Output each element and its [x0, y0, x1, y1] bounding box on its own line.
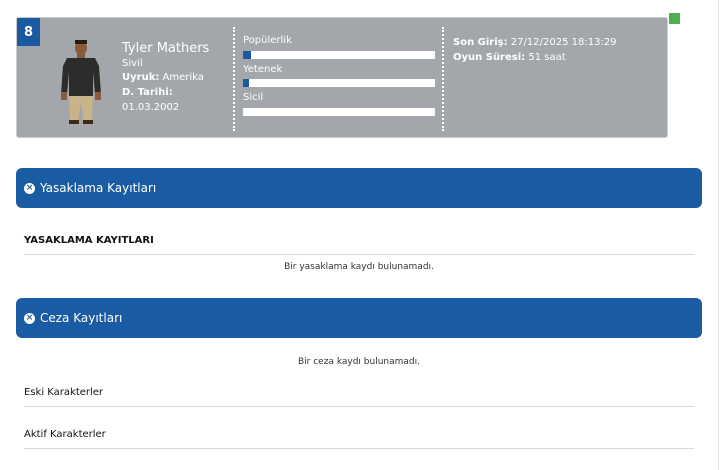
page-right-border — [718, 0, 719, 470]
online-status-indicator — [669, 13, 680, 24]
play-time-value: 51 saat — [528, 52, 566, 63]
stat-label-skill: Yetenek — [243, 64, 283, 75]
old-characters-title: Eski Karakterler — [24, 387, 694, 407]
stat-label-popularity: Popülerlik — [243, 35, 292, 46]
card-divider — [233, 27, 235, 131]
character-job: Sivil — [122, 58, 143, 69]
stat-bar-popularity — [243, 51, 435, 59]
last-login-value: 27/12/2025 18:13:29 — [510, 37, 617, 48]
stat-bar-record — [243, 108, 435, 116]
nationality-value: Amerika — [162, 72, 204, 83]
penalties-header-title: Ceza Kayıtları — [40, 311, 123, 325]
close-icon[interactable]: × — [24, 312, 35, 324]
close-icon[interactable]: × — [24, 182, 35, 194]
last-login-label: Son Giriş: — [453, 37, 508, 48]
character-name: Tyler Mathers — [122, 41, 210, 56]
stat-bar-skill — [243, 79, 435, 87]
penalties-section-header[interactable]: × Ceza Kayıtları — [16, 298, 702, 338]
active-characters-title: Aktif Karakterler — [24, 429, 694, 449]
character-card: 8 Tyler Mathers Sivil Uyruk: Amerika D. … — [16, 17, 668, 138]
stat-label-record: Sicil — [243, 92, 264, 103]
nationality-label: Uyruk: — [122, 72, 160, 83]
level-badge: 8 — [17, 18, 40, 46]
stat-fill-skill — [243, 79, 249, 87]
bans-empty-message: Bir yasaklama kaydı bulunamadı. — [284, 262, 434, 272]
bans-section-header[interactable]: × Yasaklama Kayıtları — [16, 168, 702, 208]
bans-header-title: Yasaklama Kayıtları — [40, 181, 157, 195]
play-time: Oyun Süresi: 51 saat — [453, 52, 566, 63]
stat-fill-popularity — [243, 51, 251, 59]
card-divider — [442, 27, 444, 131]
character-nationality: Uyruk: Amerika — [122, 72, 204, 83]
penalties-empty-message: Bir ceza kaydı bulunamadı. — [298, 357, 420, 367]
bans-table-title: YASAKLAMA KAYITLARI — [24, 235, 694, 255]
dob-label: D. Tarihi: — [122, 87, 173, 98]
dob-value: 01.03.2002 — [122, 102, 180, 113]
character-avatar — [53, 36, 109, 124]
play-time-label: Oyun Süresi: — [453, 52, 526, 63]
last-login: Son Giriş: 27/12/2025 18:13:29 — [453, 37, 617, 48]
